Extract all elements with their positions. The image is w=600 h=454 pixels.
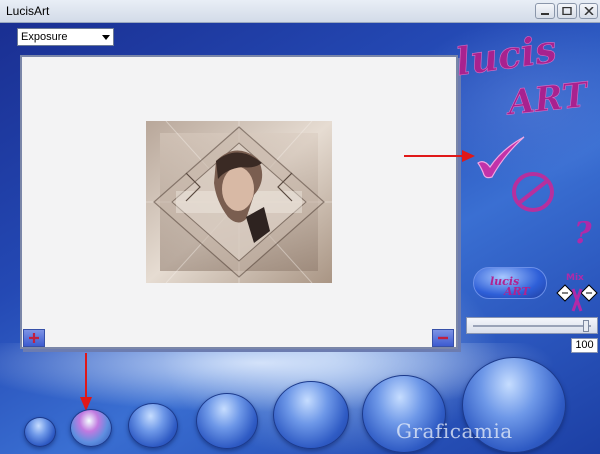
effect-dropdown[interactable]: Exposure [17, 28, 114, 46]
minimize-icon [541, 13, 549, 15]
mix-toggle[interactable] [556, 281, 598, 317]
strength-button-3[interactable] [128, 403, 178, 448]
strength-button-2[interactable] [70, 409, 112, 447]
slider-value-field[interactable]: 100 [571, 338, 598, 353]
title-bar: LucisArt [0, 0, 600, 23]
preview-panel [20, 55, 458, 349]
effect-dropdown-value: Exposure [21, 31, 68, 43]
close-button[interactable] [579, 3, 598, 19]
main-area: Exposure lucis ART ? lucis ART Mix 100 G… [0, 23, 600, 454]
strength-button-1[interactable] [24, 417, 56, 447]
zoom-out-button[interactable] [432, 329, 454, 347]
plus-icon [29, 333, 39, 343]
cancel-button[interactable] [510, 170, 556, 214]
annotation-arrow-right-icon [404, 150, 475, 162]
strength-button-4[interactable] [196, 393, 258, 449]
mix-slider[interactable] [466, 317, 598, 334]
minus-icon [438, 336, 448, 340]
svg-text:ART: ART [503, 75, 592, 118]
mix-icon [556, 284, 598, 312]
svg-text:ART: ART [503, 285, 530, 298]
maximize-button[interactable] [557, 3, 577, 19]
preview-image [146, 121, 332, 283]
help-button[interactable]: ? [572, 213, 596, 249]
lucisart-mix-button[interactable]: lucis ART [473, 267, 547, 299]
slider-thumb[interactable] [583, 320, 589, 332]
minimize-button[interactable] [535, 3, 555, 19]
question-mark-icon: ? [574, 216, 592, 249]
lucisart-logo: lucis ART [453, 28, 593, 118]
slider-track [473, 325, 591, 327]
maximize-icon [562, 7, 572, 15]
watermark-text: Graficamia [396, 419, 513, 443]
close-icon [584, 7, 594, 15]
cancel-icon [512, 172, 554, 212]
svg-text:lucis: lucis [453, 28, 559, 84]
annotation-arrow-down-icon [80, 353, 92, 411]
chevron-down-icon [102, 35, 110, 40]
lucisart-small-logo-icon: lucis ART [490, 275, 530, 298]
zoom-in-button[interactable] [23, 329, 45, 347]
window-title: LucisArt [6, 4, 50, 18]
strength-button-5[interactable] [273, 381, 349, 449]
